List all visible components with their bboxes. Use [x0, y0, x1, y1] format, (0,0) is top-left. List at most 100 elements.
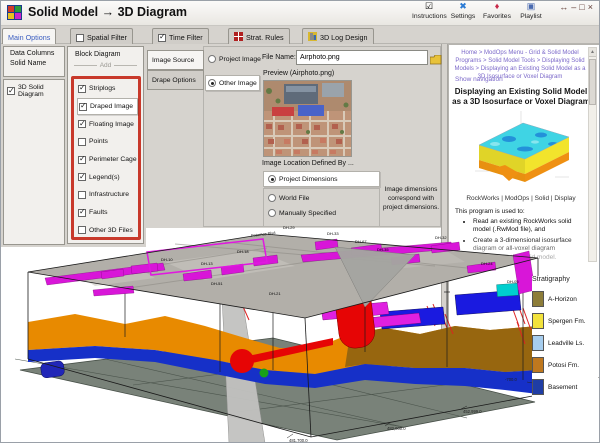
window-title: Solid Model → 3D Diagram [28, 5, 187, 19]
svg-text:DH-05: DH-05 [507, 279, 519, 284]
legend-item-spergen: Spergen Fm. [532, 310, 598, 332]
radio-world-file[interactable]: World File [264, 189, 379, 202]
svg-text:452,999.0: 452,999.0 [463, 409, 482, 414]
svg-text:DH-35: DH-35 [377, 247, 389, 252]
radio-project-image[interactable]: Project Image [208, 55, 261, 63]
basement-swatch [532, 379, 544, 395]
file-name-label: File Name: [262, 54, 296, 61]
help-heading: Displaying an Existing Solid Model as a … [452, 87, 590, 107]
radio-other-image[interactable]: Other Image [205, 75, 260, 91]
image-location-title: Image Location Defined By ... [262, 160, 354, 167]
option-perimeter-cage[interactable]: Perimeter Cage [77, 151, 138, 169]
legend-title: Stratigraphy [532, 276, 598, 283]
scroll-thumb[interactable] [589, 59, 596, 105]
instructions-icon: ☑ [412, 1, 446, 12]
spatial-filter-checkbox[interactable] [76, 34, 84, 42]
tab-bar: Main Options Spatial Filter Time Filter … [0, 26, 600, 44]
tab-time-filter[interactable]: Time Filter [152, 28, 209, 44]
option-floating-image[interactable]: Floating Image [77, 115, 138, 133]
leadville-swatch [532, 335, 544, 351]
potosi-swatch [532, 357, 544, 373]
solid-diagram-checkbox[interactable] [7, 87, 15, 95]
add-separator: Add [74, 62, 137, 69]
help-caption: RockWorks | ModOps | Solid | Display [449, 195, 593, 202]
file-name-input[interactable] [296, 50, 428, 65]
options-highlight-box: Striplogs Draped Image Floating Image Po… [71, 76, 141, 240]
draped-image-checkbox[interactable] [79, 103, 87, 111]
legend-item-a-horizon: A-Horizon [532, 288, 598, 310]
manually-specified-radio[interactable] [268, 209, 276, 217]
spergen-swatch [532, 313, 544, 329]
option-points[interactable]: Points [77, 133, 138, 151]
perimeter-cage-checkbox[interactable] [78, 156, 86, 164]
browse-folder-button[interactable] [430, 52, 442, 70]
block-diagram-title: Block Diagram [68, 47, 143, 58]
radio-project-dimensions[interactable]: Project Dimensions [263, 171, 380, 187]
favorites-icon: ♦ [480, 1, 514, 12]
option-faults[interactable]: Faults [77, 204, 138, 222]
legend-item-potosi: Potosi Fm. [532, 354, 598, 376]
a-horizon-swatch [532, 291, 544, 307]
option-draped-image[interactable]: Draped Image [77, 98, 138, 116]
window-controls[interactable]: ↔–□× [559, 2, 596, 12]
tab-strat-rules[interactable]: Strat. Rules [228, 28, 290, 44]
points-checkbox[interactable] [78, 138, 86, 146]
svg-text:DH-33: DH-33 [327, 231, 339, 236]
solid-name-item[interactable]: Solid Name [4, 57, 64, 67]
striplogs-checkbox[interactable] [78, 85, 86, 93]
3d-block-diagram[interactable]: DH-29 DH-33 DH-67 DH-35 DH-32 DH-24 DH-0… [15, 222, 545, 443]
app-icon [7, 5, 22, 25]
svg-text:DH-10: DH-10 [161, 257, 173, 262]
svg-text:DH-32: DH-32 [435, 235, 447, 240]
option-infrastructure[interactable]: Infrastructure [77, 186, 138, 204]
settings-button[interactable]: ✖ Settings [446, 1, 480, 20]
block-diagram-panel: Block Diagram Add Striplogs Draped Image… [67, 46, 144, 244]
option-striplogs[interactable]: Striplogs [77, 80, 138, 98]
diagram-type-panel: 3D Solid Diagram [3, 79, 65, 245]
tab-image-source[interactable]: Image Source [147, 50, 204, 70]
svg-text:-700.0: -700.0 [505, 377, 518, 382]
radio-manually-specified[interactable]: Manually Specified [264, 202, 379, 217]
svg-text:DH-29: DH-29 [283, 225, 295, 230]
help-scrollbar[interactable]: ▲ [588, 47, 597, 262]
solid-diagram-option[interactable]: 3D Solid Diagram [4, 80, 64, 98]
airphoto-preview-image [263, 80, 352, 157]
strat-rules-icon [234, 32, 243, 43]
image-dimensions-note: Image dimensions correspond with project… [382, 186, 440, 212]
tab-spatial-filter[interactable]: Spatial Filter [70, 28, 133, 44]
data-tabs-panel: Data Columns Solid Name [3, 46, 65, 77]
world-file-radio[interactable] [268, 194, 276, 202]
settings-icon: ✖ [446, 1, 480, 12]
svg-text:DH-67: DH-67 [355, 239, 367, 244]
option-legends[interactable]: Legend(s) [77, 168, 138, 186]
preview-label: Preview (Airphoto.png) [263, 70, 334, 77]
help-intro: This program is used to: [455, 208, 525, 215]
stratigraphy-legend: Stratigraphy A-Horizon Spergen Fm. Leadv… [532, 276, 598, 398]
svg-text:DH-18: DH-18 [237, 249, 249, 254]
other-image-radio[interactable] [208, 79, 216, 87]
svg-text:DH-24: DH-24 [481, 261, 493, 266]
svg-text:482,000.0: 482,000.0 [387, 426, 406, 431]
infrastructure-checkbox[interactable] [78, 191, 86, 199]
show-navigation-link[interactable]: Show navigation [455, 76, 503, 83]
tab-3d-log-design[interactable]: 3D Log Design [302, 28, 374, 44]
favorites-button[interactable]: ♦ Favorites [480, 1, 514, 20]
data-columns-item[interactable]: Data Columns [4, 47, 64, 57]
scroll-up-icon[interactable]: ▲ [589, 48, 596, 57]
svg-text:DH-13: DH-13 [201, 261, 213, 266]
floating-image-checkbox[interactable] [78, 120, 86, 128]
legend-item-leadville: Leadville Ls. [532, 332, 598, 354]
tab-main-options[interactable]: Main Options [2, 28, 56, 44]
project-dimensions-radio[interactable] [268, 175, 276, 183]
tab-drape-options[interactable]: Drape Options [147, 70, 204, 90]
instructions-button[interactable]: ☑ Instructions [412, 1, 446, 20]
faults-checkbox[interactable] [78, 209, 86, 217]
project-image-radio[interactable] [208, 55, 216, 63]
log-design-icon [308, 32, 317, 43]
playlist-icon: ▣ [514, 1, 548, 12]
svg-text:481,700.0: 481,700.0 [289, 438, 308, 443]
time-filter-checkbox[interactable] [158, 34, 166, 42]
svg-text:DH-51: DH-51 [211, 281, 223, 286]
playlist-button[interactable]: ▣ Playlist [514, 1, 548, 20]
legends-checkbox[interactable] [78, 173, 86, 181]
